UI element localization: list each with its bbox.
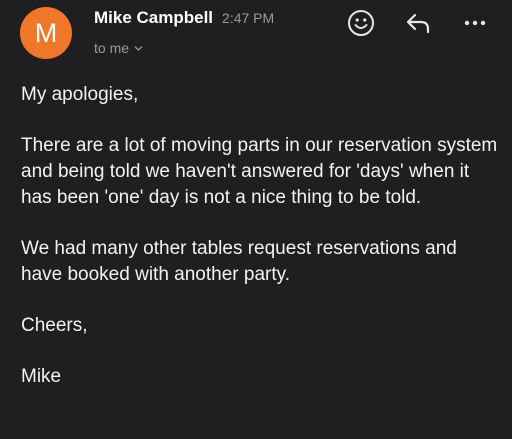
emoji-reaction-icon bbox=[348, 10, 374, 36]
reply-button[interactable] bbox=[403, 8, 433, 38]
signature: Mike bbox=[21, 366, 62, 387]
sender-row: Mike Campbell 2:47 PM bbox=[94, 8, 274, 28]
more-options-icon bbox=[464, 20, 486, 26]
sign-off: Cheers, bbox=[21, 315, 88, 336]
avatar-initial: M bbox=[34, 17, 58, 48]
body-paragraph: We had many other tables request reserva… bbox=[21, 238, 457, 285]
sender-avatar[interactable]: M bbox=[20, 7, 72, 59]
chevron-down-icon bbox=[134, 45, 143, 51]
reply-icon bbox=[406, 13, 430, 34]
body-paragraph: There are a lot of moving parts in our r… bbox=[21, 135, 498, 208]
recipient-details-toggle[interactable]: to me bbox=[94, 40, 143, 56]
recipient-label: to me bbox=[94, 40, 130, 56]
emoji-reaction-button[interactable] bbox=[346, 8, 376, 38]
more-options-button[interactable] bbox=[460, 8, 490, 38]
timestamp: 2:47 PM bbox=[222, 10, 275, 26]
greeting: My apologies, bbox=[21, 84, 139, 105]
sender-name[interactable]: Mike Campbell bbox=[94, 8, 213, 28]
message-body: My apologies, There are a lot of moving … bbox=[21, 82, 501, 415]
email-message: M Mike Campbell 2:47 PM to me My apologi… bbox=[0, 0, 512, 439]
